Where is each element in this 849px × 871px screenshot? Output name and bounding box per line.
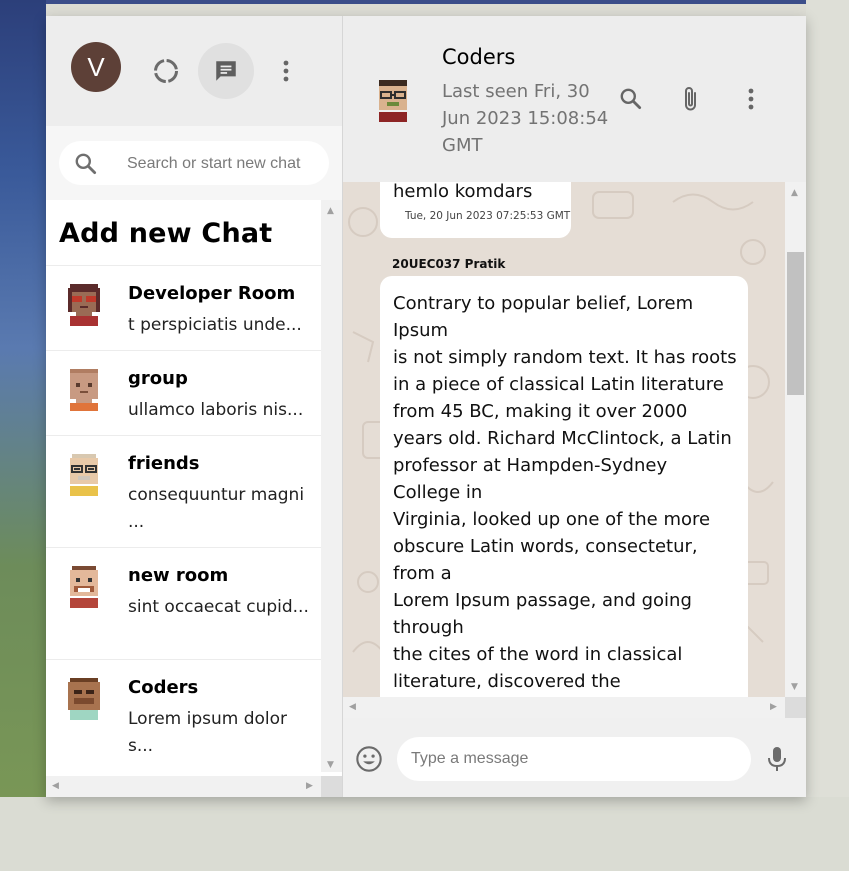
chat-row-new-room[interactable]: new room sint occaecat cupid... bbox=[46, 547, 321, 660]
chat-name: Coders bbox=[128, 677, 199, 698]
scrollbar-corner bbox=[321, 776, 342, 797]
messages-scroll-thumb[interactable] bbox=[787, 252, 804, 395]
message-input[interactable] bbox=[397, 737, 751, 781]
chat-snippet: Lorem ipsum dolor s... bbox=[128, 709, 288, 756]
paperclip-icon[interactable] bbox=[673, 81, 709, 117]
chat-list: Add new Chat Developer Room t perspiciat… bbox=[46, 200, 321, 780]
desktop-background-left bbox=[0, 0, 46, 871]
conversation-title: Coders bbox=[442, 45, 516, 69]
chat-name: friends bbox=[128, 453, 200, 474]
message-timestamp: Tue, 20 Jun 2023 07:25:53 GMT bbox=[405, 210, 571, 222]
search-bar bbox=[46, 126, 342, 200]
chat-snippet: consequuntur magni ... bbox=[128, 485, 305, 532]
desktop-background-right bbox=[806, 0, 849, 871]
message-composer bbox=[343, 718, 806, 797]
vertical-dots-icon[interactable] bbox=[266, 51, 306, 91]
message-bubble: Contrary to popular belief, Lorem Ipsum … bbox=[380, 276, 748, 697]
search-box bbox=[59, 141, 329, 185]
pixel-avatar bbox=[70, 454, 98, 496]
sidebar-header: V bbox=[46, 16, 342, 126]
pixel-avatar bbox=[70, 566, 98, 608]
chat-name: group bbox=[128, 368, 188, 389]
message-text: hemlo komdars bbox=[393, 182, 533, 202]
conversation-pane: Coders Last seen Fri, 30 Jun 2023 15:08:… bbox=[343, 16, 806, 797]
desktop-background-top bbox=[0, 0, 849, 4]
chat-snippet: t perspiciatis unde... bbox=[128, 315, 302, 335]
message-area: hemlo komdars Tue, 20 Jun 2023 07:25:53 … bbox=[343, 182, 785, 697]
messages-horizontal-scrollbar[interactable]: ◀ ▶ bbox=[343, 697, 785, 718]
message-text: Contrary to popular belief, Lorem Ipsum … bbox=[393, 293, 737, 692]
scrollbar-corner bbox=[785, 697, 806, 718]
chat-list-horizontal-scrollbar[interactable]: ◀ ▶ bbox=[46, 776, 321, 797]
status-ring-icon[interactable] bbox=[146, 51, 186, 91]
search-input[interactable] bbox=[125, 149, 329, 179]
user-avatar[interactable]: V bbox=[71, 42, 121, 92]
chat-snippet: sint occaecat cupid... bbox=[128, 597, 309, 617]
chat-name: new room bbox=[128, 565, 229, 586]
chat-row-developer-room[interactable]: Developer Room t perspiciatis unde... bbox=[46, 265, 321, 351]
message-sender: 20UEC037 Pratik bbox=[392, 257, 506, 271]
search-icon bbox=[73, 151, 99, 181]
vertical-dots-icon[interactable] bbox=[733, 81, 769, 117]
chat-row-coders[interactable]: Coders Lorem ipsum dolor s... bbox=[46, 659, 321, 772]
chat-row-group[interactable]: group ullamco laboris nis... bbox=[46, 350, 321, 436]
chat-row-friends[interactable]: friends consequuntur magni ... bbox=[46, 435, 321, 548]
chat-name: Developer Room bbox=[128, 283, 296, 304]
last-seen-status: Last seen Fri, 30 Jun 2023 15:08:54 GMT bbox=[442, 81, 609, 156]
search-icon[interactable] bbox=[613, 81, 649, 117]
chat-list-vertical-scrollbar[interactable]: ▲ ▼ bbox=[321, 200, 342, 772]
contact-avatar[interactable] bbox=[371, 76, 415, 124]
microphone-icon[interactable] bbox=[765, 745, 789, 777]
chat-snippet: ullamco laboris nis... bbox=[128, 400, 304, 420]
sidebar: V Search or start new chat Add new Chat … bbox=[46, 16, 342, 797]
message-bubble: hemlo komdars Tue, 20 Jun 2023 07:25:53 … bbox=[380, 182, 571, 238]
pixel-avatar bbox=[70, 369, 98, 411]
pixel-avatar bbox=[68, 284, 100, 326]
desktop-background-bottom bbox=[0, 797, 849, 871]
add-new-chat-button[interactable]: Add new Chat bbox=[59, 218, 272, 249]
chat-app-window: V Search or start new chat Add new Chat … bbox=[46, 16, 806, 797]
conversation-header: Coders Last seen Fri, 30 Jun 2023 15:08:… bbox=[343, 16, 806, 182]
message-icon[interactable] bbox=[198, 43, 254, 99]
pixel-avatar bbox=[68, 678, 100, 720]
emoji-icon[interactable] bbox=[355, 745, 383, 777]
